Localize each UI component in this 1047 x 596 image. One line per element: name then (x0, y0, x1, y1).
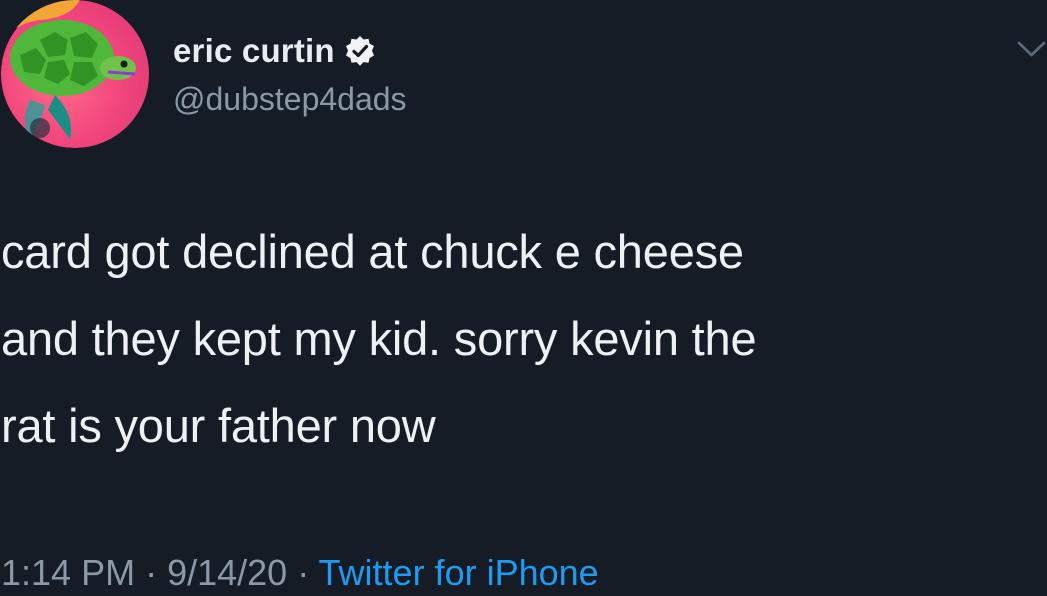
verified-badge-icon (344, 35, 376, 67)
tweet-line: and they kept my kid. sorry kevin the (1, 312, 757, 365)
tweet-line: card got declined at chuck e cheese (1, 225, 744, 278)
tweet-menu-button[interactable] (1016, 36, 1047, 62)
meta-separator: · (135, 552, 168, 593)
author-display-name[interactable]: eric curtin (173, 32, 335, 70)
tweet-source-link[interactable]: Twitter for iPhone (319, 552, 599, 593)
tweet-date[interactable]: 9/14/20 (167, 552, 287, 593)
meta-separator: · (287, 552, 319, 593)
author-avatar[interactable] (0, 0, 150, 148)
chevron-down-icon (1017, 41, 1046, 57)
tweet-time[interactable]: 1:14 PM (1, 552, 135, 593)
name-row: eric curtin (173, 30, 407, 72)
tweet-meta: 1:14 PM · 9/14/20 · Twitter for iPhone (1, 552, 599, 594)
tweet-text: card got declined at chuck e cheese and t… (1, 208, 1041, 469)
tweet-line: rat is your father now (1, 399, 436, 452)
tweet-header: eric curtin @dubstep4dads (173, 30, 407, 118)
author-handle[interactable]: @dubstep4dads (173, 81, 407, 118)
turtle-avatar-icon (0, 0, 149, 148)
